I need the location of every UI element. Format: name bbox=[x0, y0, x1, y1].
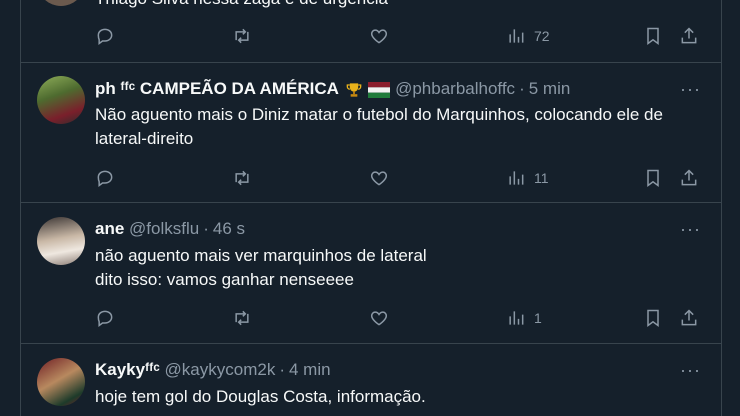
retweet-button[interactable] bbox=[232, 167, 252, 189]
retweet-icon bbox=[235, 28, 249, 44]
more-options-button[interactable]: ··· bbox=[680, 360, 701, 381]
share-icon bbox=[681, 169, 697, 186]
tweet-header: ane @folksflu · 46 s bbox=[95, 219, 245, 239]
like-icon bbox=[370, 311, 388, 326]
reply-icon bbox=[97, 28, 113, 45]
tweet-text-line: não aguento mais ver marquinhos de later… bbox=[95, 246, 427, 265]
handle[interactable]: @kaykycom2k bbox=[165, 360, 276, 379]
trophy-icon bbox=[346, 82, 361, 97]
bookmark-icon bbox=[647, 27, 659, 45]
avatar[interactable] bbox=[37, 0, 85, 6]
views-count: 1 bbox=[534, 310, 542, 326]
tweet-text-line: dito isso: vamos ganhar nenseeee bbox=[95, 270, 354, 289]
tweet[interactable]: ph ᶠᶠᶜ CAMPEÃO DA AMÉRICA @phbarbalhoffc… bbox=[21, 63, 721, 203]
tweet[interactable]: ane @folksflu · 46 s ··· não aguento mais … bbox=[21, 203, 721, 344]
bookmark-button[interactable] bbox=[643, 25, 663, 47]
share-button[interactable] bbox=[679, 307, 699, 329]
like-button[interactable] bbox=[369, 307, 389, 329]
views-icon bbox=[509, 171, 524, 185]
separator-dot: · bbox=[279, 360, 285, 379]
tweet-text: Thiago Silva nessa zaga é de urgência bbox=[95, 0, 705, 11]
share-button[interactable] bbox=[679, 25, 699, 47]
tweet-text: não aguento mais ver marquinhos de later… bbox=[95, 244, 705, 292]
display-name[interactable]: ane bbox=[95, 219, 124, 238]
tweet[interactable]: Kaykyᶠᶠᶜ @kaykycom2k · 4 min ··· hoje tem … bbox=[21, 344, 721, 416]
tweet-actions: 11 bbox=[95, 167, 705, 191]
tweet[interactable]: Thiago Silva nessa zaga é de urgência 72 bbox=[21, 0, 721, 63]
tweet-header: Kaykyᶠᶠᶜ @kaykycom2k · 4 min bbox=[95, 360, 331, 380]
handle[interactable]: @folksflu bbox=[129, 219, 199, 238]
share-icon bbox=[681, 27, 697, 44]
handle[interactable]: @phbarbalhoffc bbox=[395, 79, 515, 98]
like-icon bbox=[370, 29, 388, 44]
timestamp[interactable]: 5 min bbox=[529, 79, 571, 98]
separator-dot: · bbox=[203, 219, 209, 238]
like-button[interactable] bbox=[369, 25, 389, 47]
like-button[interactable] bbox=[369, 167, 389, 189]
tweet-text: Não aguento mais o Diniz matar o futebol… bbox=[95, 105, 663, 148]
share-icon bbox=[681, 309, 697, 326]
views-button[interactable]: 72 bbox=[506, 25, 550, 47]
views-icon bbox=[509, 311, 524, 325]
avatar[interactable] bbox=[37, 358, 85, 406]
retweet-icon bbox=[235, 310, 249, 326]
reply-button[interactable] bbox=[95, 25, 115, 47]
tweet-header: ph ᶠᶠᶜ CAMPEÃO DA AMÉRICA @phbarbalhoffc… bbox=[95, 79, 570, 100]
share-button[interactable] bbox=[679, 167, 699, 189]
more-options-button[interactable]: ··· bbox=[680, 219, 701, 240]
retweet-button[interactable] bbox=[232, 307, 252, 329]
retweet-icon bbox=[235, 170, 249, 186]
timestamp[interactable]: 46 s bbox=[213, 219, 245, 238]
bookmark-button[interactable] bbox=[643, 167, 663, 189]
reply-icon bbox=[97, 170, 113, 187]
bookmark-button[interactable] bbox=[643, 307, 663, 329]
bookmark-icon bbox=[647, 309, 659, 327]
bookmark-icon bbox=[647, 169, 659, 187]
views-icon bbox=[509, 29, 524, 43]
separator-dot: · bbox=[519, 79, 525, 98]
timestamp[interactable]: 4 min bbox=[289, 360, 331, 379]
views-count: 72 bbox=[534, 28, 550, 44]
avatar[interactable] bbox=[37, 76, 85, 124]
display-name[interactable]: ph ᶠᶠᶜ CAMPEÃO DA AMÉRICA bbox=[95, 79, 339, 98]
reply-button[interactable] bbox=[95, 307, 115, 329]
retweet-button[interactable] bbox=[232, 25, 252, 47]
like-icon bbox=[370, 171, 388, 186]
reply-icon bbox=[97, 310, 113, 327]
reply-button[interactable] bbox=[95, 167, 115, 189]
timeline: Thiago Silva nessa zaga é de urgência 72 bbox=[20, 0, 722, 416]
display-name[interactable]: Kaykyᶠᶠᶜ bbox=[95, 360, 160, 379]
views-button[interactable]: 1 bbox=[506, 307, 542, 329]
avatar[interactable] bbox=[37, 217, 85, 265]
more-options-button[interactable]: ··· bbox=[680, 79, 701, 100]
tweet-text: hoje tem gol do Douglas Costa, informaçã… bbox=[95, 387, 426, 406]
views-button[interactable]: 11 bbox=[506, 167, 549, 189]
tweet-actions: 1 bbox=[95, 307, 705, 331]
tweet-actions: 72 bbox=[95, 25, 705, 49]
flag-icon bbox=[368, 81, 391, 98]
views-count: 11 bbox=[534, 170, 549, 186]
